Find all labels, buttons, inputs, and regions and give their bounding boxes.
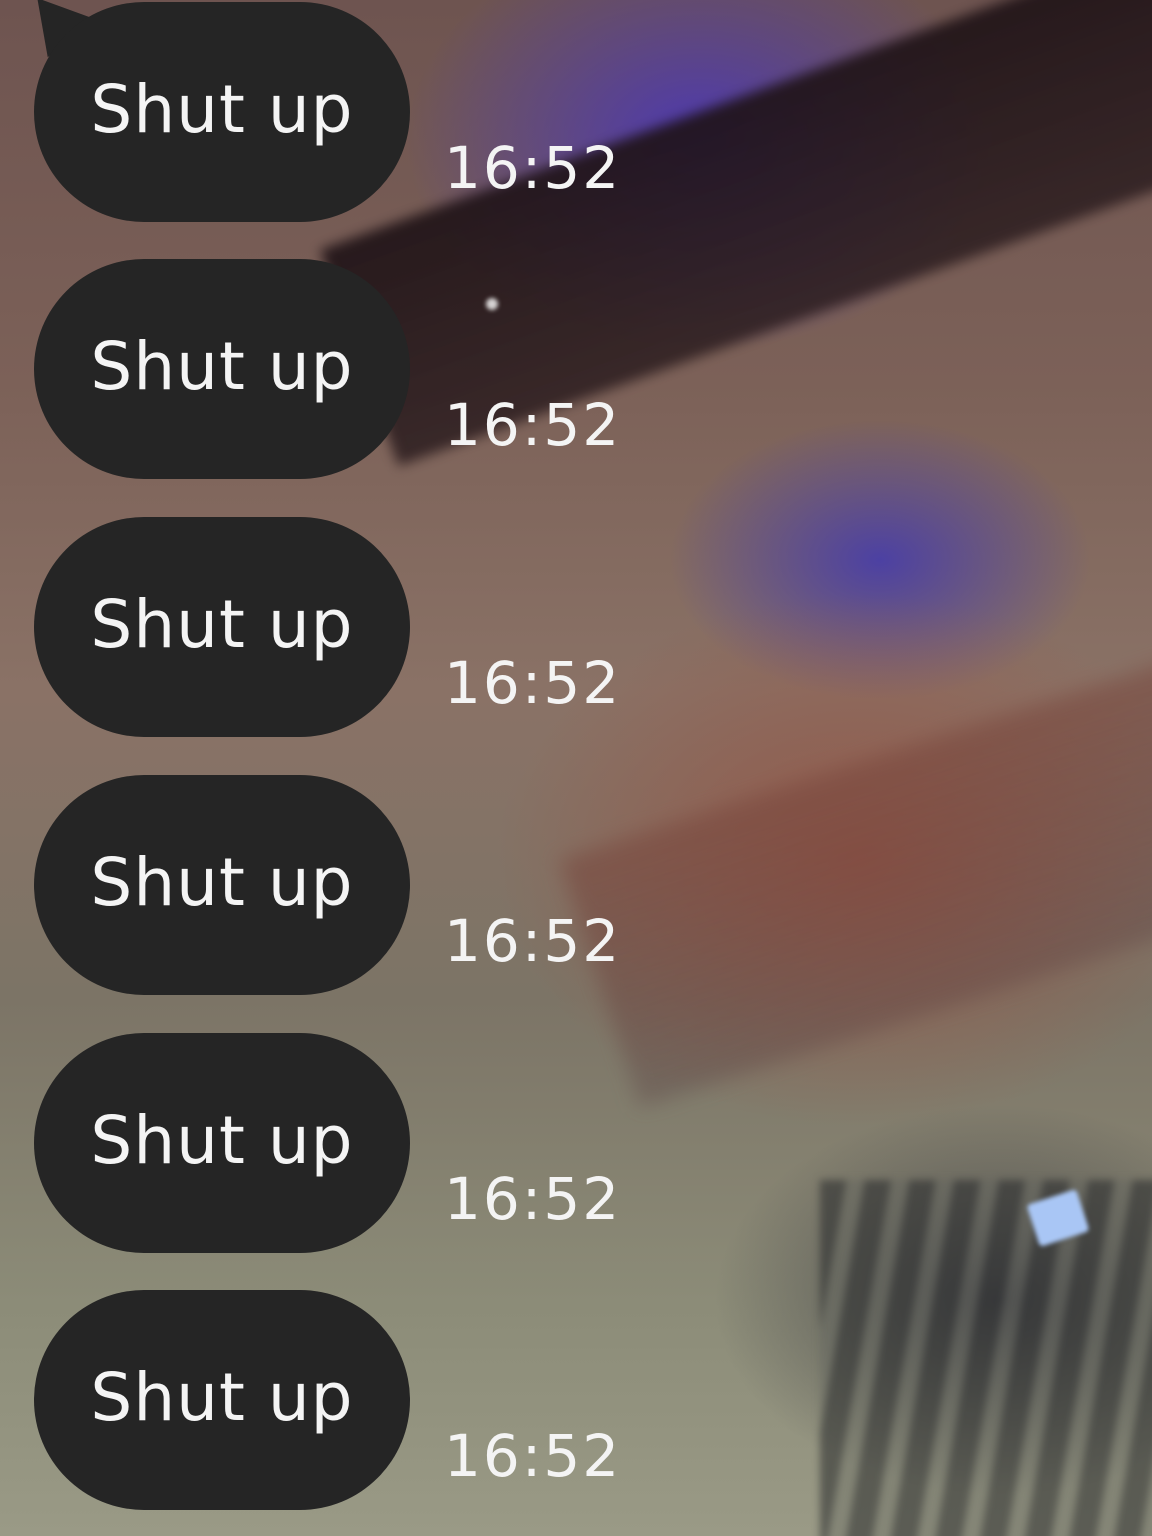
message-bubble[interactable]: Shut up [34, 775, 410, 995]
message-row[interactable]: Shut up 16:52 [34, 1033, 634, 1253]
message-bubble[interactable]: Shut up [34, 2, 410, 222]
chat-message-list[interactable]: Shut up 16:52 Shut up 16:52 Shut up 16:5… [0, 0, 1152, 1536]
message-timestamp: 16:52 [444, 391, 622, 459]
message-bubble[interactable]: Shut up [34, 1290, 410, 1510]
message-timestamp: 16:52 [444, 1422, 622, 1490]
message-row[interactable]: Shut up 16:52 [34, 517, 634, 737]
message-timestamp: 16:52 [444, 649, 622, 717]
message-text: Shut up [90, 585, 354, 663]
message-timestamp: 16:52 [444, 134, 622, 202]
message-row[interactable]: Shut up 16:52 [14, 0, 634, 222]
message-text: Shut up [90, 1358, 354, 1436]
message-row[interactable]: Shut up 16:52 [34, 259, 634, 479]
message-bubble[interactable]: Shut up [34, 517, 410, 737]
message-text: Shut up [90, 327, 354, 405]
message-timestamp: 16:52 [444, 907, 622, 975]
message-row[interactable]: Shut up 16:52 [34, 775, 634, 995]
message-text: Shut up [90, 843, 354, 921]
message-bubble[interactable]: Shut up [34, 259, 410, 479]
message-timestamp: 16:52 [444, 1165, 622, 1233]
message-text: Shut up [90, 70, 354, 148]
message-bubble[interactable]: Shut up [34, 1033, 410, 1253]
message-text: Shut up [90, 1101, 354, 1179]
message-row[interactable]: Shut up 16:52 [34, 1290, 634, 1510]
